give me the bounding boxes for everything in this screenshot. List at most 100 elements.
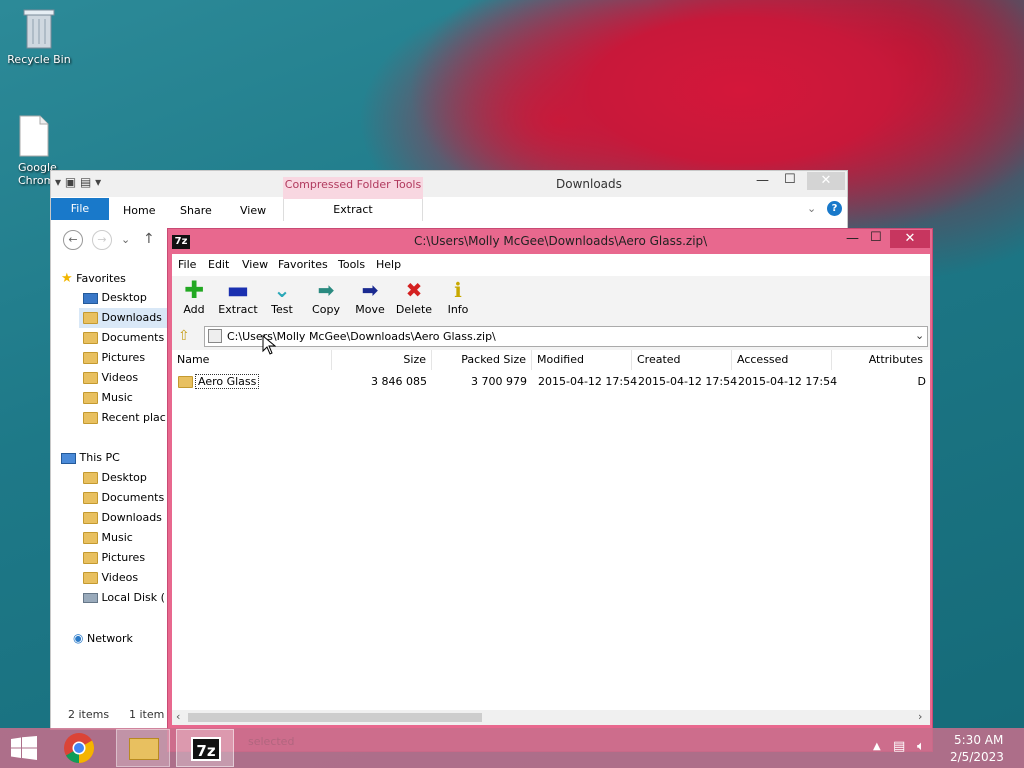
up-button[interactable]: ↑ <box>143 231 155 247</box>
col-packed[interactable]: Packed Size <box>432 350 532 370</box>
back-button[interactable]: ← <box>63 230 83 250</box>
clock-date[interactable]: 2/5/2023 <box>950 750 1004 764</box>
tray-chevron-icon[interactable]: ▲ <box>873 741 881 752</box>
nav-music[interactable]: Music <box>83 391 133 404</box>
col-attributes[interactable]: Attributes <box>832 350 928 370</box>
explorer-close-button[interactable]: ✕ <box>807 172 845 190</box>
sevenzip-address-row: ⇧ C:\Users\Molly McGee\Downloads\Aero Gl… <box>172 324 930 350</box>
start-button[interactable] <box>10 736 38 760</box>
extract-button[interactable]: ▬ Extract <box>216 276 260 316</box>
trash-icon <box>23 9 55 49</box>
nav-pictures[interactable]: Pictures <box>83 351 145 364</box>
desktop-icon <box>83 292 98 304</box>
move-button[interactable]: ➡ Move <box>348 279 392 316</box>
taskbar-explorer-button[interactable] <box>116 729 170 767</box>
pc-videos[interactable]: Videos <box>83 571 138 584</box>
explorer-minimize-button[interactable]: — <box>756 173 769 188</box>
pc-music[interactable]: Music <box>83 531 133 544</box>
scroll-left-icon[interactable]: ‹ <box>176 710 180 723</box>
this-pc-header[interactable]: This PC <box>61 451 120 464</box>
nav-downloads[interactable]: Downloads <box>79 308 169 328</box>
ribbon-tab-extract[interactable]: Extract <box>283 199 423 221</box>
minus-icon: ▬ <box>226 276 250 304</box>
folder-icon <box>83 332 98 344</box>
folder-icon <box>83 532 98 544</box>
menu-view[interactable]: View <box>242 258 268 271</box>
path-dropdown-icon[interactable]: ⌄ <box>915 329 924 342</box>
sevenzip-app-icon: 7z <box>172 235 190 249</box>
folder-icon <box>83 392 98 404</box>
clock-time[interactable]: 5:30 AM <box>954 733 1003 747</box>
sevenzip-window: 7z C:\Users\Molly McGee\Downloads\Aero G… <box>167 228 933 752</box>
file-icon <box>19 115 49 157</box>
network-header[interactable]: ◉ Network <box>73 631 133 645</box>
info-button[interactable]: ℹ Info <box>436 279 480 316</box>
pc-documents[interactable]: Documents <box>83 491 164 504</box>
path-input[interactable]: C:\Users\Molly McGee\Downloads\Aero Glas… <box>204 326 928 347</box>
folder-icon <box>83 512 98 524</box>
table-row[interactable]: Aero Glass 3 846 085 3 700 979 2015-04-1… <box>172 373 930 391</box>
nav-recent-places[interactable]: Recent plac <box>83 411 166 424</box>
nav-videos[interactable]: Videos <box>83 371 138 384</box>
delete-button[interactable]: ✖ Delete <box>392 279 436 316</box>
zip-icon <box>208 329 222 343</box>
folder-icon <box>83 492 98 504</box>
volume-icon[interactable]: 🔈︎ <box>917 739 925 754</box>
nav-desktop[interactable]: Desktop <box>83 291 147 304</box>
test-button[interactable]: ⌄ Test <box>260 279 304 316</box>
sevenzip-minimize-button[interactable]: — <box>846 231 859 246</box>
help-icon[interactable]: ? <box>827 201 842 216</box>
ribbon-expand-icon[interactable]: ⌄ <box>807 202 816 215</box>
sevenzip-maximize-button[interactable]: ☐ <box>870 230 882 245</box>
menu-favorites[interactable]: Favorites <box>278 258 328 271</box>
folder-icon <box>83 552 98 564</box>
pc-pictures[interactable]: Pictures <box>83 551 145 564</box>
ribbon-tab-share[interactable]: Share <box>180 204 212 217</box>
menu-tools[interactable]: Tools <box>338 258 365 271</box>
scroll-thumb[interactable] <box>188 713 482 722</box>
pc-downloads[interactable]: Downloads <box>83 511 162 524</box>
menu-file[interactable]: File <box>178 258 196 271</box>
favorites-header[interactable]: ★ Favorites <box>61 271 126 286</box>
horizontal-scrollbar[interactable]: ‹ › <box>172 710 930 725</box>
col-accessed[interactable]: Accessed <box>732 350 832 370</box>
row-modified: 2015-04-12 17:54 <box>538 375 638 388</box>
menu-help[interactable]: Help <box>376 258 401 271</box>
col-size[interactable]: Size <box>332 350 432 370</box>
explorer-maximize-button[interactable]: ☐ <box>784 172 796 187</box>
row-name: Aero Glass <box>178 373 260 391</box>
folder-icon <box>178 376 193 388</box>
downloads-icon <box>83 312 98 324</box>
scroll-right-icon[interactable]: › <box>918 710 922 723</box>
ribbon-tab-file[interactable]: File <box>51 198 109 220</box>
pc-desktop[interactable]: Desktop <box>83 471 147 484</box>
folder-icon <box>83 572 98 584</box>
col-modified[interactable]: Modified <box>532 350 632 370</box>
recycle-bin-label: Recycle Bin <box>7 53 71 66</box>
folder-up-icon[interactable]: ⇧ <box>178 328 190 344</box>
nav-documents[interactable]: Documents <box>83 331 164 344</box>
row-size: 3 846 085 <box>371 375 427 388</box>
delete-x-icon: ✖ <box>405 278 423 302</box>
add-button[interactable]: ✚ Add <box>172 276 216 316</box>
quick-access-toolbar[interactable]: ▾ ▣ ▤ ▾ <box>55 175 101 189</box>
recycle-bin-icon[interactable]: Recycle Bin <box>4 6 74 66</box>
network-tray-icon[interactable]: ▤ <box>893 739 905 754</box>
sevenzip-close-button[interactable]: ✕ <box>890 230 930 248</box>
pc-local-disk[interactable]: Local Disk ( <box>83 591 165 604</box>
col-created[interactable]: Created <box>632 350 732 370</box>
ribbon-tab-home[interactable]: Home <box>123 204 155 217</box>
col-name[interactable]: Name <box>172 350 332 370</box>
explorer-titlebar <box>51 171 847 197</box>
forward-button[interactable]: → <box>92 230 112 250</box>
menu-edit[interactable]: Edit <box>208 258 229 271</box>
taskbar-chrome-button[interactable] <box>62 731 100 765</box>
folder-icon <box>129 738 159 760</box>
copy-button[interactable]: ➡ Copy <box>304 279 348 316</box>
explorer-status-selected: 1 item <box>129 708 165 721</box>
ribbon-tab-view[interactable]: View <box>240 204 266 217</box>
recent-locations-icon[interactable]: ⌄ <box>121 233 130 246</box>
sevenzip-taskbar-icon: 7z <box>191 737 221 761</box>
taskbar-7zip-button[interactable]: 7z <box>176 729 234 767</box>
plus-icon: ✚ <box>183 276 205 304</box>
